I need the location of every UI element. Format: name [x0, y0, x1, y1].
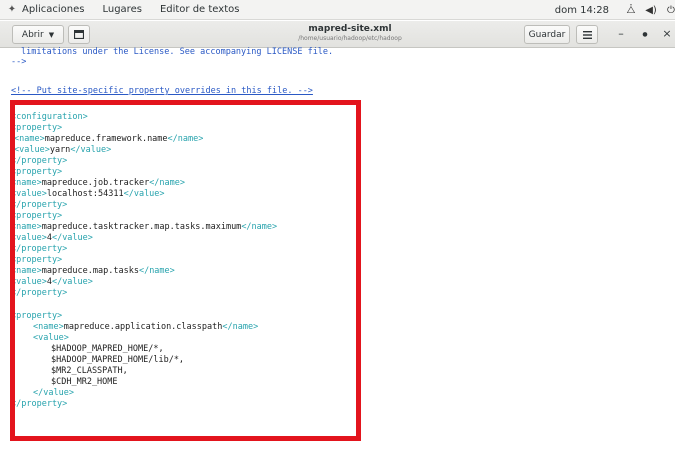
text-editor[interactable]: limitations under the License. See accom… — [0, 47, 675, 452]
editor-line[interactable]: <name>mapreduce.framework.name</name> — [14, 134, 203, 145]
editor-line[interactable]: </property> — [11, 399, 67, 410]
xml-tag: </name> — [222, 322, 259, 332]
xml-value: $CDH_MR2_HOME — [51, 377, 118, 387]
editor-line[interactable]: <property> — [11, 123, 62, 134]
document-title: mapred-site.xml — [308, 24, 392, 34]
xml-tag: </name> — [138, 266, 175, 276]
editor-line[interactable]: </property> — [11, 244, 67, 255]
editor-line[interactable]: <value>4</value> — [11, 277, 93, 288]
xml-value: mapreduce.framework.name — [44, 134, 168, 144]
xml-tag: <name> — [33, 322, 64, 332]
xml-tag: <property> — [11, 255, 63, 265]
chevron-down-icon: ▼ — [48, 30, 55, 39]
network-icon[interactable]: ⧊ — [625, 5, 637, 16]
xml-tag: <property> — [11, 167, 63, 177]
xml-value: $HADOOP_MAPRED_HOME/lib/*, — [51, 355, 185, 365]
applications-icon[interactable]: ✦ — [6, 4, 18, 16]
editor-line[interactable]: </value> — [33, 388, 74, 399]
xml-value: mapreduce.map.tasks — [41, 266, 139, 276]
open-button-label: Abrir — [21, 29, 44, 40]
editor-line[interactable]: </property> — [11, 200, 67, 211]
xml-tag: </name> — [149, 178, 186, 188]
xml-tag: </value> — [123, 189, 165, 199]
xml-tag: </value> — [51, 277, 93, 287]
xml-tag: <name> — [11, 266, 42, 276]
xml-tag: <name> — [14, 134, 45, 144]
xml-tag: </value> — [33, 388, 74, 398]
editor-line[interactable]: <name>mapreduce.application.classpath</n… — [33, 322, 258, 333]
editor-line[interactable]: <value>4</value> — [11, 233, 93, 244]
editor-line[interactable]: <property> — [11, 211, 62, 222]
xml-tag: <value> — [33, 333, 69, 343]
xml-value: yarn — [49, 145, 71, 155]
close-icon[interactable]: × — [660, 27, 674, 40]
top-bar: ✦ Aplicaciones Lugares Editor de textos … — [0, 0, 675, 20]
hamburger-menu-button[interactable] — [576, 25, 598, 44]
places-menu[interactable]: Lugares — [102, 4, 141, 15]
xml-tag: <value> — [11, 277, 47, 287]
new-tab-button[interactable] — [68, 25, 90, 44]
xml-tag: <property> — [11, 123, 63, 133]
power-icon[interactable]: ⏻ — [665, 5, 675, 16]
app-menu[interactable]: Editor de textos — [160, 4, 240, 15]
xml-tag: </name> — [167, 134, 204, 144]
maximize-icon[interactable]: ● — [638, 31, 652, 38]
hamburger-icon — [582, 30, 592, 39]
xml-tag: <name> — [11, 178, 42, 188]
xml-value: mapreduce.application.classpath — [63, 322, 223, 332]
editor-line[interactable]: </property> — [11, 156, 67, 167]
editor-line[interactable]: </property> — [11, 288, 67, 299]
minimize-icon[interactable]: – — [614, 27, 628, 40]
editor-line[interactable]: $HADOOP_MAPRED_HOME/*, — [51, 344, 164, 355]
editor-line[interactable]: $CDH_MR2_HOME — [51, 377, 118, 388]
xml-tag: <configuration> — [11, 112, 88, 122]
editor-line[interactable]: <name>mapreduce.map.tasks</name> — [11, 266, 175, 277]
window-title: mapred-site.xml /home/usuario/hadoop/etc… — [230, 24, 470, 42]
xml-value: mapreduce.tasktracker.map.tasks.maximum — [41, 222, 242, 232]
editor-line[interactable]: $MR2_CLASSPATH, — [51, 366, 128, 377]
xml-tag: <property> — [11, 211, 63, 221]
xml-tag: <value> — [11, 189, 47, 199]
editor-line[interactable]: limitations under the License. See accom… — [21, 47, 333, 58]
xml-value: $MR2_CLASSPATH, — [51, 366, 128, 376]
status-area: dom 14:28 ⧊ ◀) ⏻ — [555, 0, 675, 20]
xml-tag: </value> — [51, 233, 93, 243]
xml-tag: </name> — [241, 222, 278, 232]
editor-line[interactable]: <property> — [11, 311, 62, 322]
editor-line[interactable]: <value> — [33, 333, 69, 344]
editor-line[interactable]: <name>mapreduce.job.tracker</name> — [11, 178, 185, 189]
xml-tag: </property> — [11, 156, 68, 166]
editor-line[interactable]: --> — [11, 57, 26, 68]
editor-line[interactable]: $HADOOP_MAPRED_HOME/lib/*, — [51, 355, 184, 366]
document-path: /home/usuario/hadoop/etc/hadoop — [298, 35, 402, 42]
xml-tag: <value> — [14, 145, 50, 155]
new-document-icon — [74, 30, 84, 39]
save-button[interactable]: Guardar — [524, 25, 570, 44]
editor-line[interactable]: <name>mapreduce.tasktracker.map.tasks.ma… — [11, 222, 277, 233]
editor-line[interactable]: <property> — [11, 167, 62, 178]
xml-tag: </property> — [11, 288, 68, 298]
open-button[interactable]: Abrir ▼ — [12, 25, 64, 44]
xml-value: mapreduce.job.tracker — [41, 178, 150, 188]
volume-icon[interactable]: ◀) — [645, 5, 657, 16]
editor-line[interactable]: <property> — [11, 255, 62, 266]
xml-value: $HADOOP_MAPRED_HOME/*, — [51, 344, 164, 354]
xml-tag: <name> — [11, 222, 42, 232]
xml-tag: </property> — [11, 200, 68, 210]
xml-tag: </property> — [11, 399, 68, 409]
editor-line[interactable]: <value>localhost:54311</value> — [11, 189, 165, 200]
xml-tag: <value> — [11, 233, 47, 243]
xml-tag: </value> — [70, 145, 112, 155]
editor-line[interactable]: <configuration> — [11, 112, 88, 123]
editor-line[interactable]: <!-- Put site-specific property override… — [11, 86, 313, 97]
xml-tag: <property> — [11, 311, 63, 321]
xml-value: localhost:54311 — [46, 189, 124, 199]
applications-menu[interactable]: Aplicaciones — [22, 4, 84, 15]
header-bar: Abrir ▼ mapred-site.xml /home/usuario/ha… — [0, 21, 675, 48]
xml-tag: </property> — [11, 244, 68, 254]
clock[interactable]: dom 14:28 — [555, 5, 609, 16]
editor-line[interactable]: <value>yarn</value> — [14, 145, 111, 156]
